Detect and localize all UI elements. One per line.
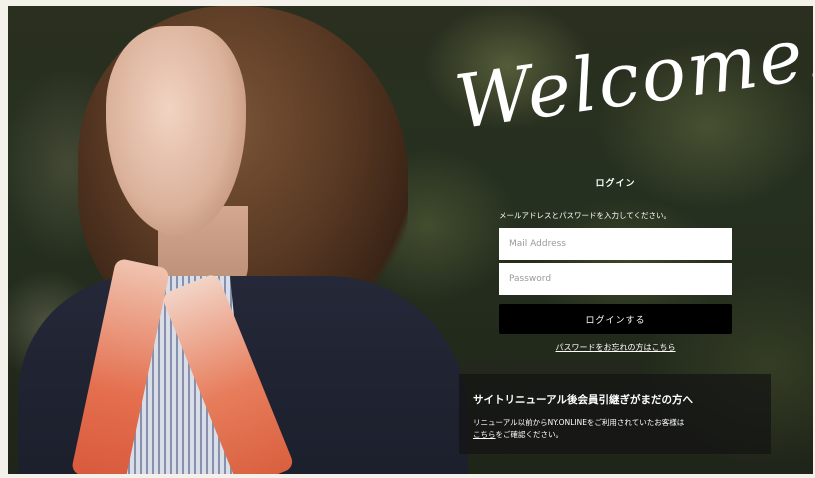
email-field[interactable]: [499, 228, 732, 260]
login-button[interactable]: ログインする: [499, 304, 732, 334]
notice-line-2: こちらをご確認ください。: [473, 429, 757, 441]
login-title: ログイン: [595, 179, 636, 189]
login-page: Welcome! ログイン メールアドレスとパスワードを入力してください。 ログ…: [8, 6, 813, 474]
forgot-password-link[interactable]: パスワードをお忘れの方はこちら: [499, 342, 732, 353]
notice-line-2-suffix: をご確認ください。: [495, 430, 564, 439]
notice-line-1: リニューアル以前からNY.ONLINEをご利用されていたお客様は: [473, 418, 685, 427]
login-instruction: メールアドレスとパスワードを入力してください。: [499, 211, 672, 220]
migration-notice-panel: サイトリニューアル後会員引継ぎがまだの方へ リニューアル以前からNY.ONLIN…: [459, 374, 771, 454]
notice-text: リニューアル以前からNY.ONLINEをご利用されていたお客様は こちらをご確認…: [473, 417, 757, 441]
notice-title: サイトリニューアル後会員引継ぎがまだの方へ: [473, 394, 693, 406]
model-photo: [8, 6, 478, 474]
notice-here-link[interactable]: こちら: [473, 430, 496, 439]
password-field[interactable]: [499, 263, 732, 295]
